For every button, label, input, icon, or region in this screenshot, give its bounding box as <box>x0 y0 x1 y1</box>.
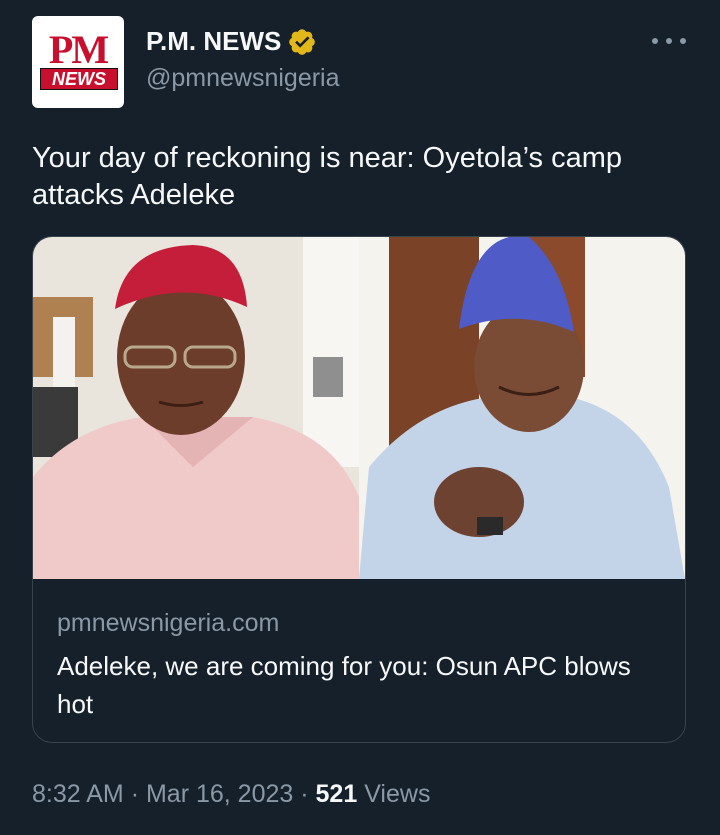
meta-separator: · <box>300 780 309 808</box>
card-title: Adeleke, we are coming for you: Osun APC… <box>57 651 631 719</box>
link-card[interactable]: pmnewsnigeria.com Adeleke, we are coming… <box>32 236 686 743</box>
card-domain: pmnewsnigeria.com <box>57 609 280 637</box>
logo-news-text: NEWS <box>40 68 118 90</box>
tweet-text: Your day of reckoning is near: Oyetola’s… <box>32 142 622 211</box>
more-options-icon[interactable] <box>652 34 686 48</box>
display-name[interactable]: P.M. NEWS <box>146 26 281 57</box>
dot <box>666 38 672 44</box>
dot <box>652 38 658 44</box>
views-label: Views <box>364 780 431 808</box>
profile-avatar[interactable]: PM NEWS <box>32 16 124 108</box>
tweet-date[interactable]: Mar 16, 2023 <box>146 780 293 808</box>
photo-oyetola <box>33 237 359 579</box>
logo-pm-text: PM <box>48 27 109 72</box>
account-handle[interactable]: @pmnewsnigeria <box>146 64 340 93</box>
meta-separator: · <box>130 780 140 808</box>
tweet-meta: 8:32 AM · Mar 16, 2023 · 521 Views <box>32 780 430 809</box>
account-name[interactable]: P.M. NEWS <box>146 26 317 57</box>
photo-adeleke <box>359 237 685 579</box>
views-count: 521 <box>315 780 358 808</box>
card-image[interactable] <box>33 237 685 579</box>
tweet-time[interactable]: 8:32 AM <box>32 780 124 808</box>
dot <box>680 38 686 44</box>
verified-badge-icon[interactable] <box>287 27 317 57</box>
